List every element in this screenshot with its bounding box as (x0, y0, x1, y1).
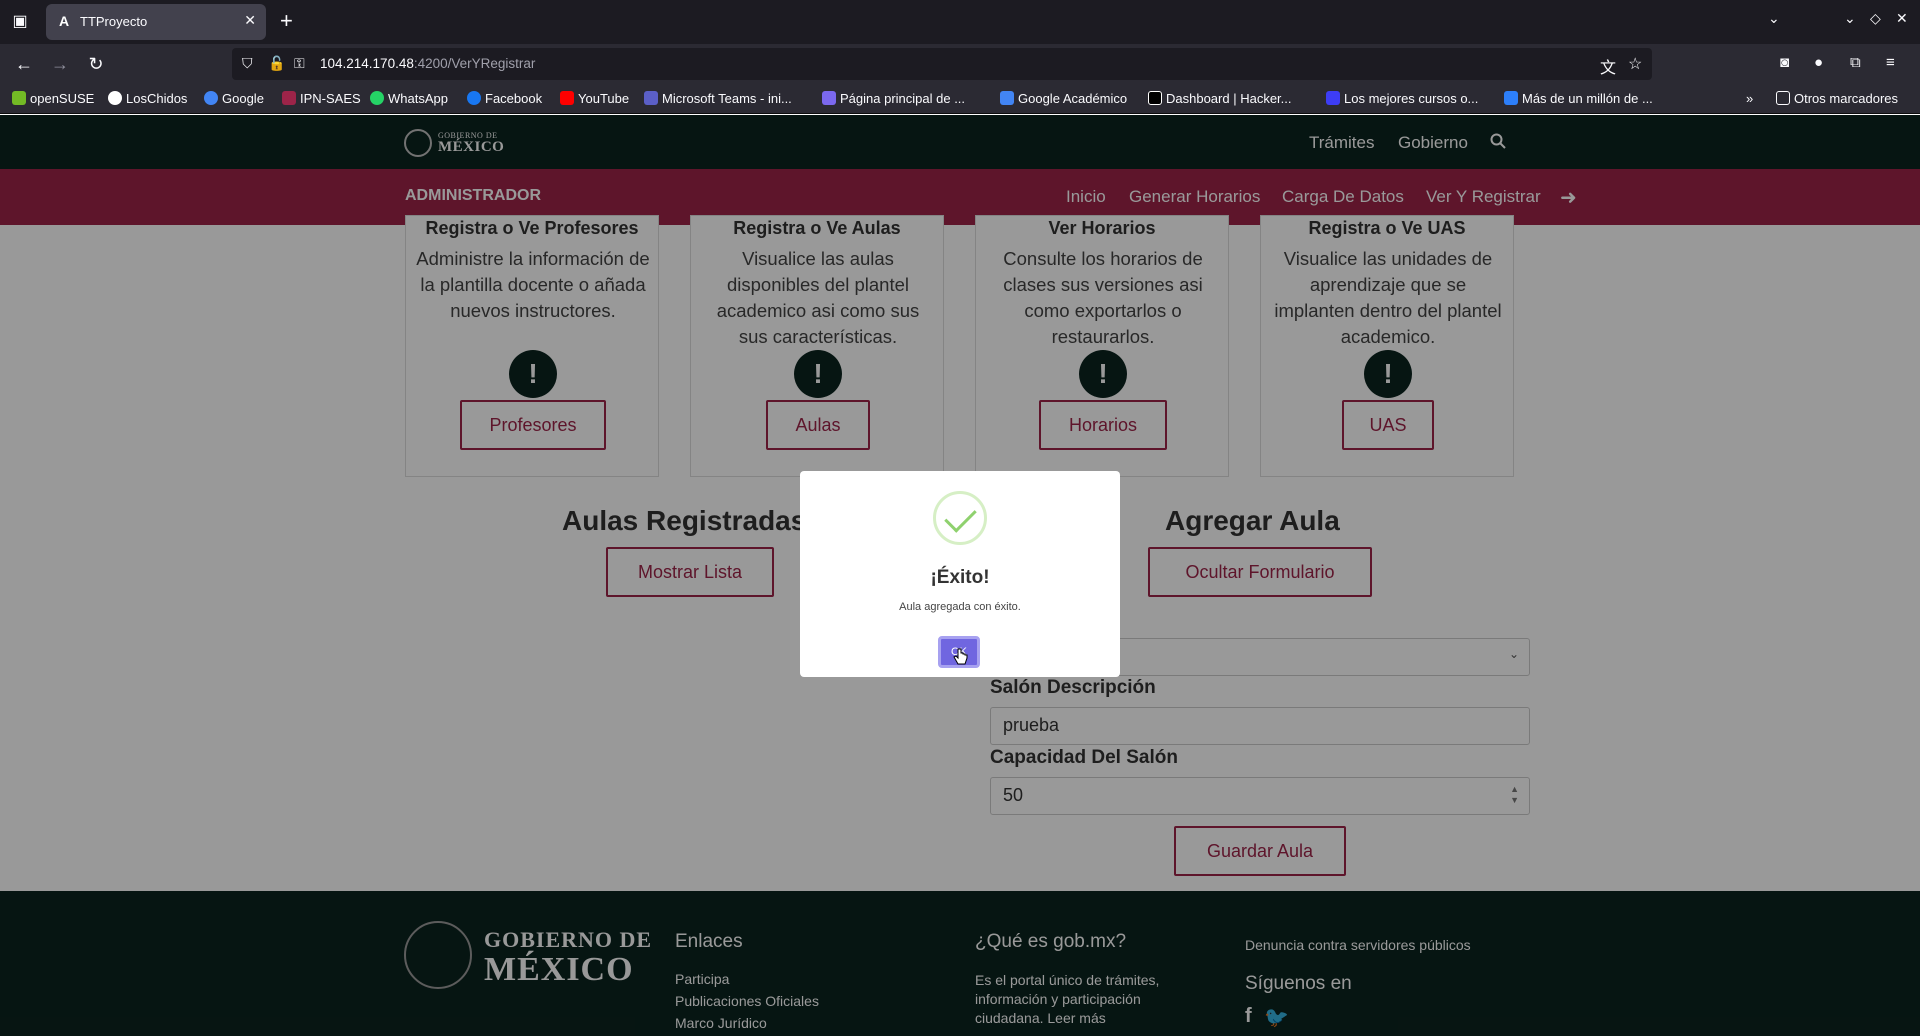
success-dialog: ¡Éxito! Aula agregada con éxito. OK (800, 471, 1120, 677)
maximize-icon[interactable]: ◇ (1870, 10, 1881, 27)
ipn-icon (282, 91, 296, 105)
bookmark-item[interactable]: openSUSE (12, 91, 94, 106)
browser-tab[interactable]: A TTProyecto ✕ (46, 4, 266, 40)
bookmark-item[interactable]: YouTube (560, 91, 629, 106)
list-all-tabs-icon[interactable]: ⌄ (1768, 10, 1780, 27)
facebook-icon (467, 91, 481, 105)
tab-list-icon[interactable]: ▣ (8, 10, 32, 34)
other-bookmarks[interactable]: Otros marcadores (1776, 91, 1898, 106)
hand-cursor-icon (953, 648, 968, 665)
hackerrank-icon (1148, 91, 1162, 105)
bookmark-item[interactable]: WhatsApp (370, 91, 448, 106)
new-tab-icon[interactable]: + (280, 8, 293, 34)
close-tab-icon[interactable]: ✕ (244, 12, 256, 29)
opensuse-icon (12, 91, 26, 105)
bookmark-item[interactable]: Facebook (467, 91, 542, 106)
teams-icon (644, 91, 658, 105)
page-icon (822, 91, 836, 105)
shield-icon[interactable]: ⛉ (242, 55, 253, 72)
bookmarks-bar: openSUSE LosChidos Google IPN-SAES Whats… (0, 84, 1920, 114)
bookmark-item[interactable]: Google (204, 91, 264, 106)
browser-nav-bar: ← → ↻ ⛉ 🔓 ⚿ 104.214.170.48:4200/VerYRegi… (0, 44, 1920, 84)
coursera-icon (1326, 91, 1340, 105)
browser-tab-bar: ▣ A TTProyecto ✕ + ⌄ ⌄ ◇ ✕ (0, 0, 1920, 44)
folder-icon (1776, 91, 1790, 105)
bookmark-item[interactable]: Página principal de ... (822, 91, 965, 106)
youtube-icon (560, 91, 574, 105)
dialog-message: Aula agregada con éxito. (899, 601, 1021, 613)
key-icon[interactable]: ⚿ (294, 55, 305, 72)
bookmark-item[interactable]: Google Académico (1000, 91, 1127, 106)
library-icon (1504, 91, 1518, 105)
lock-icon[interactable]: 🔓 (268, 55, 285, 72)
reload-icon[interactable]: ↻ (84, 52, 108, 76)
bookmark-item[interactable]: IPN-SAES (282, 91, 361, 106)
whatsapp-icon (370, 91, 384, 105)
minimize-icon[interactable]: ⌄ (1844, 10, 1856, 27)
bookmark-item[interactable]: LosChidos (108, 91, 187, 106)
pocket-icon[interactable]: ◙ (1780, 54, 1789, 71)
extensions-icon[interactable]: ⧉ (1850, 54, 1861, 71)
tab-title: TTProyecto (80, 14, 148, 29)
url-bar[interactable]: ⛉ 🔓 ⚿ 104.214.170.48:4200/VerYRegistrar … (232, 48, 1652, 80)
bookmark-item[interactable]: Microsoft Teams - ini... (644, 91, 792, 106)
angular-favicon-icon: A (58, 13, 70, 29)
success-check-icon (933, 491, 987, 545)
dialog-title: ¡Éxito! (930, 567, 990, 588)
scholar-icon (1000, 91, 1014, 105)
bookmark-star-icon[interactable]: ☆ (1628, 54, 1642, 74)
account-icon[interactable]: ● (1814, 54, 1823, 71)
bookmark-item[interactable]: Dashboard | Hacker... (1148, 91, 1292, 106)
github-icon (108, 91, 122, 105)
translate-icon[interactable]: 文 (1600, 54, 1616, 78)
menu-icon[interactable]: ≡ (1886, 54, 1895, 71)
back-icon[interactable]: ← (12, 52, 36, 76)
more-bookmarks-icon[interactable]: » (1746, 91, 1753, 106)
bookmark-item[interactable]: Los mejores cursos o... (1326, 91, 1478, 106)
close-window-icon[interactable]: ✕ (1896, 10, 1908, 27)
google-icon (204, 91, 218, 105)
web-page: GOBIERNO DE MÉXICO Trámites Gobierno ADM… (0, 115, 1920, 1036)
bookmark-item[interactable]: Más de un millón de ... (1504, 91, 1653, 106)
forward-icon[interactable]: → (48, 52, 72, 76)
url-text[interactable]: 104.214.170.48:4200/VerYRegistrar (320, 56, 535, 71)
